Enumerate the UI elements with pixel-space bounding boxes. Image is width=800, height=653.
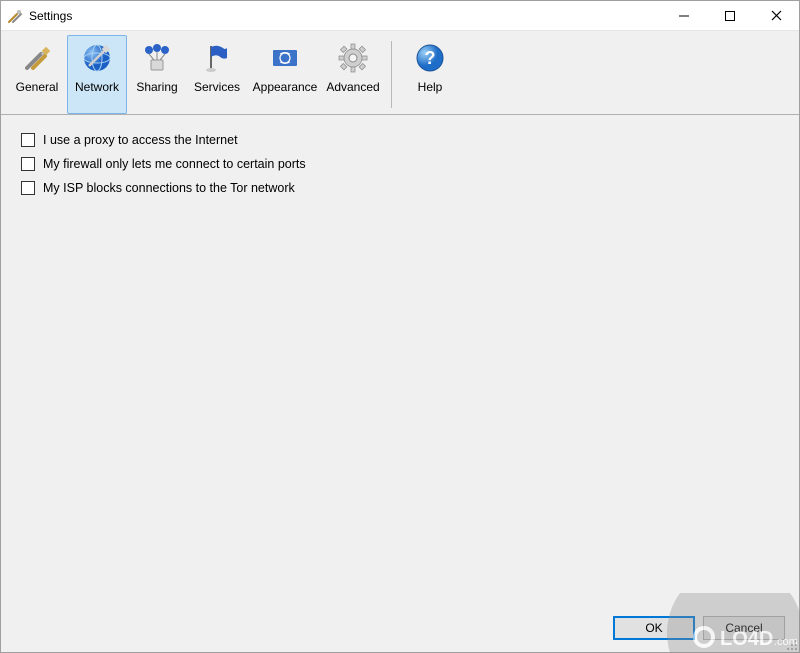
svg-text:?: ? [425, 48, 436, 68]
tab-label: Sharing [136, 80, 177, 94]
tab-services[interactable]: Services [187, 35, 247, 114]
tab-sharing[interactable]: Sharing [127, 35, 187, 114]
close-button[interactable] [753, 1, 799, 30]
checkbox-isp[interactable] [21, 181, 35, 195]
un-flag-icon [269, 42, 301, 74]
tab-label: Services [194, 80, 240, 94]
tab-appearance[interactable]: Appearance [247, 35, 323, 114]
tab-label: General [16, 80, 59, 94]
checkbox-firewall-row: My firewall only lets me connect to cert… [21, 157, 779, 171]
content-panel: I use a proxy to access the Internet My … [1, 115, 799, 610]
tab-general[interactable]: General [7, 35, 67, 114]
button-bar: OK Cancel [1, 610, 799, 652]
tab-advanced[interactable]: Advanced [323, 35, 383, 114]
checkbox-proxy-row: I use a proxy to access the Internet [21, 133, 779, 147]
tab-network[interactable]: Network [67, 35, 127, 114]
titlebar: Settings [1, 1, 799, 31]
checkbox-proxy[interactable] [21, 133, 35, 147]
settings-window: Settings General [0, 0, 800, 653]
checkbox-firewall-label[interactable]: My firewall only lets me connect to cert… [43, 157, 306, 171]
toolbar: General Network [1, 31, 799, 115]
tab-label: Help [418, 80, 443, 94]
tab-label: Network [75, 80, 119, 94]
tools-icon [21, 42, 53, 74]
network-nodes-icon [141, 42, 173, 74]
help-icon: ? [414, 42, 446, 74]
checkbox-proxy-label[interactable]: I use a proxy to access the Internet [43, 133, 238, 147]
tab-help[interactable]: ? Help [400, 35, 460, 114]
checkbox-isp-row: My ISP blocks connections to the Tor net… [21, 181, 779, 195]
settings-app-icon [7, 8, 23, 24]
checkbox-isp-label[interactable]: My ISP blocks connections to the Tor net… [43, 181, 295, 195]
globe-icon [81, 42, 113, 74]
minimize-button[interactable] [661, 1, 707, 30]
tab-label: Appearance [253, 80, 318, 94]
checkbox-firewall[interactable] [21, 157, 35, 171]
ok-button-label: OK [645, 621, 662, 635]
window-controls [661, 1, 799, 30]
tab-label: Advanced [326, 80, 379, 94]
resize-grip[interactable] [786, 639, 798, 651]
window-title: Settings [29, 9, 72, 23]
flag-icon [201, 42, 233, 74]
ok-button[interactable]: OK [613, 616, 695, 640]
cancel-button-label: Cancel [725, 621, 762, 635]
cancel-button[interactable]: Cancel [703, 616, 785, 640]
gear-icon [337, 42, 369, 74]
maximize-button[interactable] [707, 1, 753, 30]
toolbar-separator [391, 41, 392, 108]
